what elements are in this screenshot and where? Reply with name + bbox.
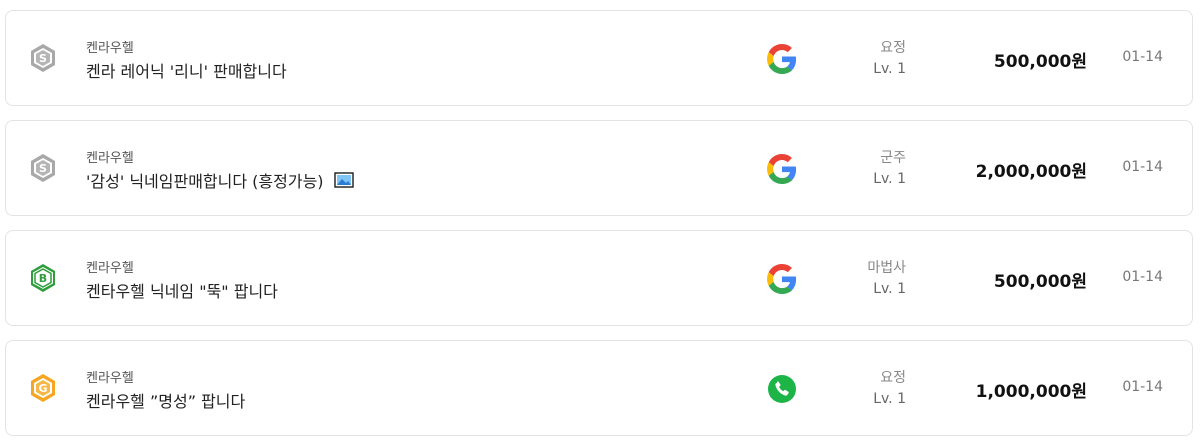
character-class: 요정 [880,370,906,386]
listing-title[interactable]: 켄라 레어닉 '리니' 판매합니다 [86,58,287,82]
svg-text:S: S [39,162,47,175]
listing-title-text[interactable]: 켄타우헬 닉네임 "뚝" 팝니다 [86,278,278,302]
listing-title[interactable]: 켄타우헬 닉네임 "뚝" 팝니다 [86,278,278,302]
listing-card[interactable]: S 켄라우헬 켄라 레어닉 '리니' 판매합니다 요정 Lv. 1 500,00… [5,10,1193,106]
server-name: 켄라우헬 [86,261,134,276]
google-icon [767,264,797,294]
svg-text:B: B [39,272,47,285]
green-b-badge-icon: B [26,261,60,295]
listing-title-text[interactable]: '감성' 닉네임판매합니다 (흥정가능) [86,168,324,192]
listing-title-text[interactable]: 켄라우헬 ”명성” 팝니다 [86,388,245,412]
listing-price: 500,000원 [993,52,1087,72]
listing-date: 01-14 [1122,379,1163,395]
server-name: 켄라우헬 [86,151,134,166]
character-level: Lv. 1 [873,171,906,187]
google-icon [767,44,797,74]
listing-price: 2,000,000원 [975,162,1087,182]
listing-date: 01-14 [1122,49,1163,65]
character-class: 요정 [880,40,906,56]
character-level: Lv. 1 [873,61,906,77]
listing-title[interactable]: '감성' 닉네임판매합니다 (흥정가능) [86,168,354,192]
svg-text:G: G [38,382,47,395]
image-attached-icon [333,172,354,188]
character-level: Lv. 1 [873,391,906,407]
listing-title[interactable]: 켄라우헬 ”명성” 팝니다 [86,388,245,412]
listing-list: S 켄라우헬 켄라 레어닉 '리니' 판매합니다 요정 Lv. 1 500,00… [0,0,1202,447]
listing-card[interactable]: B 켄라우헬 켄타우헬 닉네임 "뚝" 팝니다 마법사 Lv. 1 500,00… [5,230,1193,326]
listing-card[interactable]: S 켄라우헬 '감성' 닉네임판매합니다 (흥정가능) 군주 Lv. 1 2,0… [5,120,1193,216]
listing-date: 01-14 [1122,269,1163,285]
listing-card[interactable]: G 켄라우헬 켄라우헬 ”명성” 팝니다 요정 Lv. 1 1,000,000원… [5,340,1193,436]
listing-price: 1,000,000원 [975,382,1087,402]
character-level: Lv. 1 [873,281,906,297]
svg-text:S: S [39,52,47,65]
server-name: 켄라우헬 [86,41,134,56]
server-name: 켄라우헬 [86,371,134,386]
google-icon [767,154,797,184]
character-class: 군주 [880,150,906,166]
character-class: 마법사 [867,260,906,276]
silver-s-badge-icon: S [26,41,60,75]
gold-g-badge-icon: G [26,371,60,405]
silver-s-badge-icon: S [26,151,60,185]
phone-icon [767,374,797,404]
listing-title-text[interactable]: 켄라 레어닉 '리니' 판매합니다 [86,58,287,82]
listing-price: 500,000원 [993,272,1087,292]
listing-date: 01-14 [1122,159,1163,175]
